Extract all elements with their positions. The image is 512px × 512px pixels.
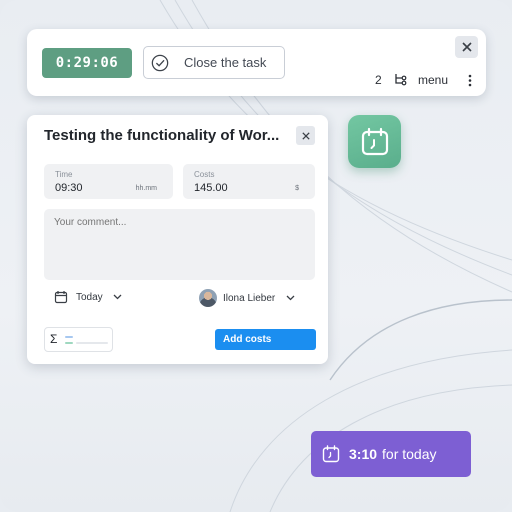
cost-summary[interactable]: Σ (44, 327, 113, 352)
calendar-icon (54, 291, 68, 304)
close-task-label: Close the task (184, 55, 267, 70)
toolbar-close-button[interactable] (455, 36, 478, 58)
time-value: 09:30 (55, 182, 83, 194)
today-time: 3:10 (349, 446, 378, 462)
task-title: Testing the functionality of Wor... (44, 127, 280, 144)
close-icon (301, 131, 310, 140)
summary-bar (65, 342, 73, 344)
costs-label: Costs (194, 170, 215, 179)
today-total-badge: 3:10 for today (311, 431, 471, 477)
calendar-clock-glyph (361, 127, 388, 155)
running-timer[interactable]: 0:29:06 (42, 48, 132, 78)
costs-field[interactable]: Costs 145.00 $ (183, 164, 315, 199)
date-value: Today (76, 291, 103, 303)
today-suffix: for today (382, 446, 437, 462)
background-canvas: 0:29:06 Close the task 2 menu Testing th… (0, 0, 512, 512)
time-tracker-toolbar: 0:29:06 Close the task 2 menu (27, 29, 486, 96)
avatar (199, 289, 217, 307)
assignee-name: Ilona Lieber (223, 292, 276, 304)
comment-input[interactable] (44, 209, 315, 280)
task-costs-panel: Testing the functionality of Wor... Time… (27, 115, 328, 364)
chevron-down-icon (113, 294, 122, 300)
costs-unit: $ (295, 185, 299, 192)
summary-bar (76, 342, 108, 344)
calendar-clock-icon (348, 115, 401, 168)
branch-icon[interactable] (393, 73, 407, 87)
costs-value: 145.00 (194, 182, 228, 194)
subtask-count: 2 (375, 73, 382, 87)
chevron-down-icon (286, 295, 295, 301)
time-field[interactable]: Time 09:30 hh.mm (44, 164, 173, 199)
time-label: Time (55, 170, 73, 179)
summary-bar (65, 336, 73, 338)
calendar-clock-icon (322, 445, 340, 463)
sum-icon: Σ (50, 332, 58, 346)
check-circle-icon (151, 54, 169, 71)
panel-close-button[interactable] (296, 126, 315, 145)
menu-link[interactable]: menu (418, 73, 448, 87)
date-selector[interactable]: Today (54, 290, 122, 304)
close-icon (461, 42, 472, 52)
add-costs-button[interactable]: Add costs (215, 329, 316, 350)
more-vertical-icon[interactable] (468, 74, 472, 87)
close-task-button[interactable]: Close the task (143, 46, 285, 79)
time-unit: hh.mm (135, 185, 157, 192)
assignee-selector[interactable]: Ilona Lieber (199, 289, 295, 307)
